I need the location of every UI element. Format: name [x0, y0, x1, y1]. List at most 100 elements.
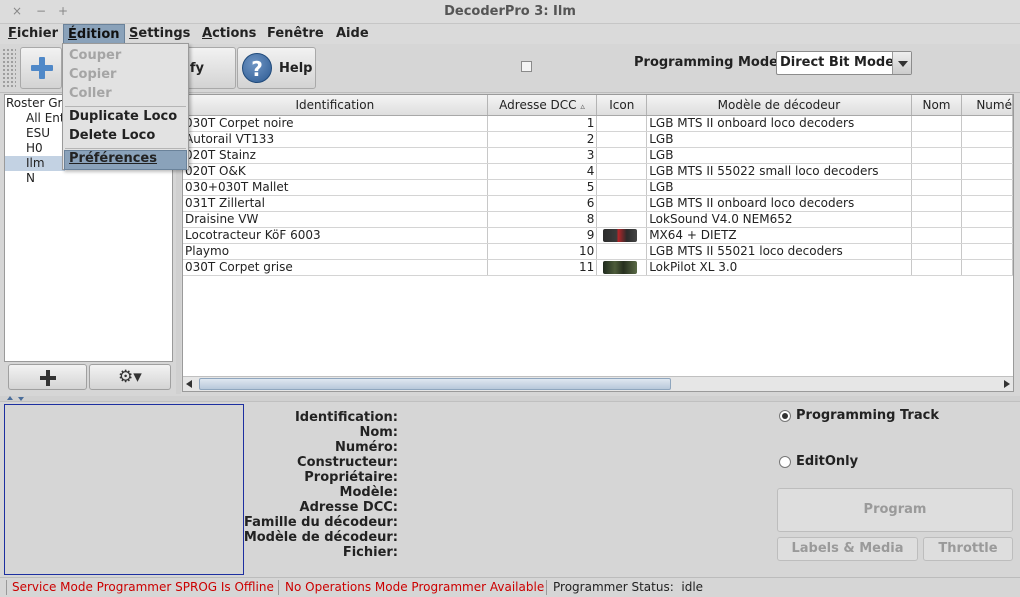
cell-icon — [596, 163, 648, 180]
menu-item-copier[interactable]: Copier — [69, 67, 116, 82]
window-title: DecoderPro 3: Ilm — [444, 4, 576, 19]
cell-numero — [961, 259, 1013, 276]
column-header-dcc-label: Adresse DCC — [499, 97, 577, 112]
programmer-status: Programmer Status: idle — [553, 580, 704, 594]
cell-icon — [596, 195, 648, 212]
table-row[interactable]: Locotracteur KöF 6003 9 MX64 + DIETZ — [183, 227, 1013, 244]
programming-mode-select[interactable]: Direct Bit Mode — [776, 51, 912, 75]
cell-numero — [961, 211, 1013, 228]
gear-icon: ⚙▾ — [118, 367, 142, 387]
menu-settings[interactable]: Settings — [125, 24, 194, 44]
cell-model: LokSound V4.0 NEM652 — [646, 211, 912, 228]
cell-numero — [961, 243, 1013, 260]
roster-group-item[interactable]: N — [26, 171, 35, 186]
toolbar-checkbox[interactable] — [521, 61, 532, 72]
program-button[interactable]: Program — [777, 488, 1013, 532]
roster-table[interactable]: Identification Adresse DCC ▵ Icon Modèle… — [182, 94, 1014, 392]
menu-edition[interactable]: Édition — [63, 24, 125, 44]
cell-nom — [911, 211, 963, 228]
cell-identification: 030T Corpet noire — [183, 115, 488, 132]
add-group-button[interactable] — [8, 364, 87, 390]
throttle-button[interactable]: Throttle — [923, 537, 1013, 561]
cell-model: LGB MTS II onboard loco decoders — [646, 115, 912, 132]
table-row[interactable]: 030T Corpet noire 1 LGB MTS II onboard loc… — [183, 115, 1013, 132]
table-row[interactable]: 020T Stainz 3 LGB — [183, 147, 1013, 164]
cell-nom — [911, 163, 963, 180]
new-loco-button[interactable] — [20, 47, 62, 89]
cell-nom — [911, 195, 963, 212]
loco-photo-icon — [603, 228, 638, 242]
scroll-right-icon[interactable] — [1004, 380, 1010, 388]
table-row[interactable]: Draisine VW 8 LokSound V4.0 NEM652 — [183, 211, 1013, 228]
column-header-icon[interactable]: Icon — [596, 95, 648, 116]
cell-dcc: 8 — [487, 211, 598, 228]
cell-icon — [596, 243, 648, 260]
scrollbar-thumb[interactable] — [199, 378, 671, 390]
table-row[interactable]: 031T Zillertal 6 LGB MTS II onboard loco d… — [183, 195, 1013, 212]
cell-model: LGB — [646, 131, 912, 148]
cell-model: LokPilot XL 3.0 — [646, 259, 912, 276]
scroll-left-icon[interactable] — [186, 380, 192, 388]
roster-group-header[interactable]: Roster Gr — [6, 96, 62, 111]
table-row[interactable]: 030+030T Mallet 5 LGB — [183, 179, 1013, 196]
cell-dcc: 9 — [487, 227, 598, 244]
collapse-up-icon[interactable] — [7, 396, 13, 400]
table-row[interactable]: Playmo 10 LGB MTS II 55021 loco decoders — [183, 243, 1013, 260]
editonly-radio[interactable] — [779, 456, 791, 468]
menu-item-delete-loco[interactable]: Delete Loco — [69, 128, 155, 143]
roster-grid: Identification Adresse DCC ▵ Icon Modèle… — [183, 95, 1013, 276]
menu-actions-mnemonic: A — [202, 26, 213, 41]
help-button[interactable]: ? Help — [237, 47, 316, 89]
detail-label-numero: Numéro: — [334, 440, 398, 455]
menu-fenetre[interactable]: Fenêtre — [263, 24, 328, 44]
status-bar: Service Mode Programmer SPROG Is Offline… — [0, 577, 1020, 597]
column-header-identification[interactable]: Identification — [183, 95, 488, 116]
table-row[interactable]: 020T O&K 4 LGB MTS II 55022 small loco dec… — [183, 163, 1013, 180]
group-settings-button[interactable]: ⚙▾ — [89, 364, 171, 390]
labels-media-button[interactable]: Labels & Media — [777, 537, 918, 561]
programming-track-label: Programming Track — [796, 408, 939, 423]
menu-edition-label: dition — [76, 27, 120, 42]
cell-numero — [961, 163, 1013, 180]
cell-icon — [596, 115, 648, 132]
menu-aide[interactable]: Aide — [332, 24, 373, 44]
cell-nom — [911, 243, 963, 260]
roster-group-item[interactable]: H0 — [26, 141, 43, 156]
menu-separator — [65, 106, 186, 107]
operations-mode-status: No Operations Mode Programmer Available — [285, 580, 545, 594]
chevron-down-icon[interactable] — [892, 52, 911, 74]
menu-edition-mnemonic: É — [68, 27, 77, 42]
detail-label-proprietaire: Propriétaire: — [304, 470, 398, 485]
roster-group-item[interactable]: ESU — [26, 126, 50, 141]
cell-identification: 030T Corpet grise — [183, 259, 488, 276]
expand-down-icon[interactable] — [18, 397, 24, 401]
menu-item-duplicate-loco[interactable]: Duplicate Loco — [69, 109, 177, 124]
table-row[interactable]: 030T Corpet grise 11 LokPilot XL 3.0 — [183, 259, 1013, 276]
vertical-splitter[interactable] — [0, 396, 1020, 402]
column-header-dcc-address[interactable]: Adresse DCC ▵ — [487, 95, 598, 116]
menu-item-coller[interactable]: Coller — [69, 86, 112, 101]
roster-group-item-selected[interactable]: Ilm — [5, 156, 65, 171]
column-header-nom[interactable]: Nom — [911, 95, 963, 116]
table-row[interactable]: Autorail VT133 2 LGB — [183, 131, 1013, 148]
title-bar: × − + DecoderPro 3: Ilm — [0, 0, 1020, 24]
toolbar-grip[interactable] — [2, 48, 16, 88]
cell-identification: 020T Stainz — [183, 147, 488, 164]
cell-dcc: 1 — [487, 115, 598, 132]
menu-fichier[interactable]: Fichier — [4, 24, 62, 44]
menu-settings-label: ettings — [138, 26, 191, 41]
cell-nom — [911, 179, 963, 196]
horizontal-scrollbar[interactable] — [183, 376, 1013, 391]
menu-item-couper[interactable]: Couper — [69, 48, 121, 63]
column-header-numero[interactable]: Numé — [961, 95, 1013, 116]
cell-identification: Autorail VT133 — [183, 131, 488, 148]
detail-label-modele: Modèle: — [339, 485, 398, 500]
cell-numero — [961, 227, 1013, 244]
cell-identification: 020T O&K — [183, 163, 488, 180]
column-header-decoder-model[interactable]: Modèle de décodeur — [646, 95, 912, 116]
cell-dcc: 6 — [487, 195, 598, 212]
menu-separator — [65, 148, 186, 149]
programming-track-radio[interactable] — [779, 410, 791, 422]
menu-item-preferences[interactable]: Préférences — [69, 151, 157, 166]
menu-actions[interactable]: Actions — [198, 24, 260, 44]
